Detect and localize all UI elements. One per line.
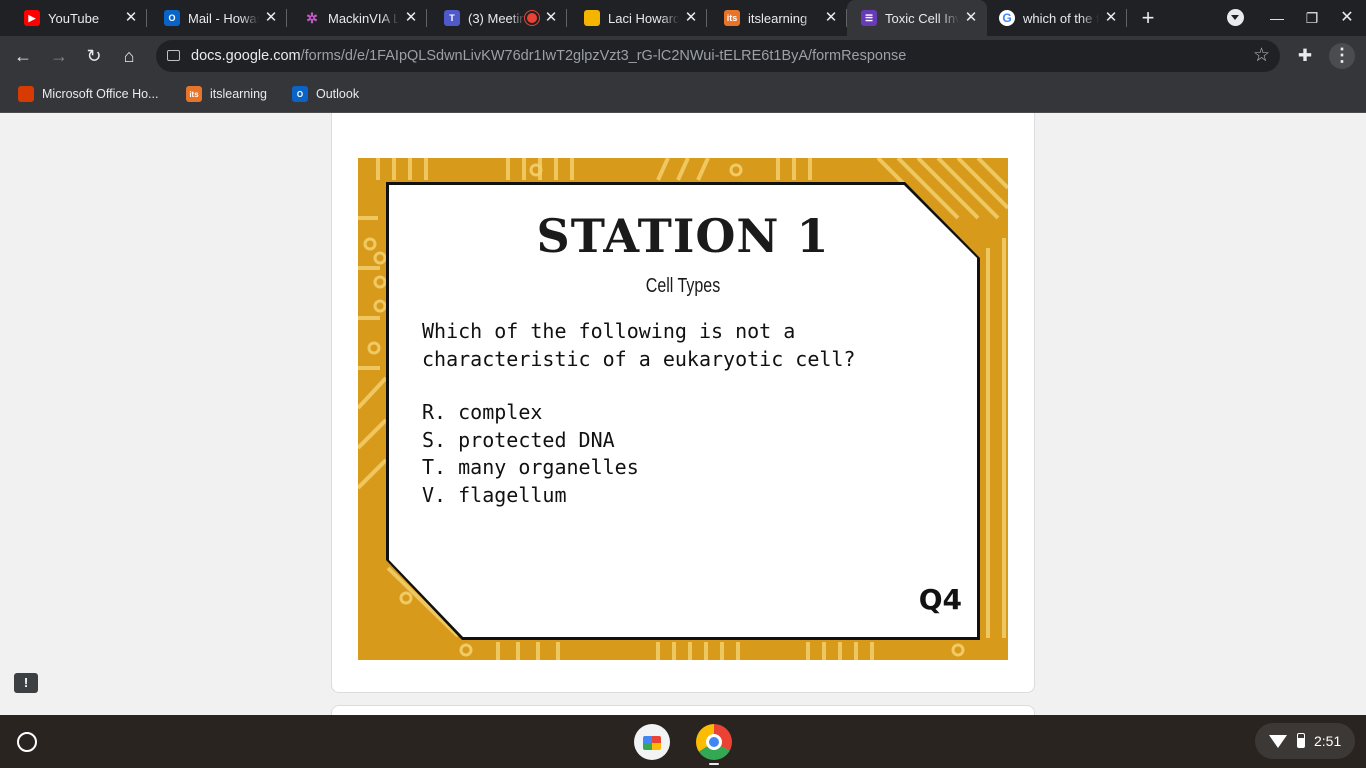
answer-option-v: V. flagellum xyxy=(422,482,567,507)
slides-icon xyxy=(584,10,600,26)
tab-itslearning[interactable]: its itslearning ✕ xyxy=(700,0,847,36)
forms-icon: ☰ xyxy=(861,10,877,26)
station-card: STATION 1 Cell Types Which of the follow… xyxy=(389,185,977,637)
battery-icon xyxy=(1297,733,1305,748)
answer-option-r: R. complex xyxy=(422,400,543,424)
launcher-icon[interactable] xyxy=(17,732,37,752)
tab-teams-meeting[interactable]: T (3) Meeting ✕ xyxy=(420,0,567,36)
google-icon: G xyxy=(999,10,1015,26)
station-question-image: STATION 1 Cell Types Which of the follow… xyxy=(358,158,1008,660)
question-text: Which of the following is not a characte… xyxy=(422,319,856,371)
tab-title: Toxic Cell Investigation xyxy=(885,10,959,26)
close-icon[interactable]: ✕ xyxy=(123,10,139,26)
teams-icon: T xyxy=(444,10,460,26)
bookmark-label: Microsoft Office Ho... xyxy=(42,87,159,101)
bookmark-office[interactable]: Microsoft Office Ho... xyxy=(18,84,158,104)
tab-title: YouTube xyxy=(48,10,100,26)
close-icon[interactable]: ✕ xyxy=(823,10,839,26)
site-info-icon[interactable] xyxy=(167,50,180,61)
bookmark-label: itslearning xyxy=(210,87,267,101)
bookmark-star-icon[interactable]: ☆ xyxy=(1253,44,1270,67)
new-tab-button[interactable]: + xyxy=(1138,7,1158,29)
clock-time: 2:51 xyxy=(1314,733,1342,749)
answer-option-s: S. protected DNA xyxy=(422,427,615,452)
status-tray[interactable]: 2:51 xyxy=(1255,723,1355,759)
tab-title: (3) Meeting xyxy=(468,10,525,26)
close-icon[interactable]: ✕ xyxy=(403,10,419,26)
close-icon[interactable]: ✕ xyxy=(963,10,979,26)
mackinvia-icon: ✲ xyxy=(306,9,318,26)
station-card-border: STATION 1 Cell Types Which of the follow… xyxy=(386,182,980,640)
active-app-indicator xyxy=(709,763,719,765)
close-icon[interactable]: ✕ xyxy=(683,10,699,26)
browser-toolbar: ← → ↻ ⌂ docs.google.com/forms/d/e/1FAIpQ… xyxy=(0,36,1366,76)
tab-search-icon[interactable] xyxy=(1227,9,1244,26)
window-close-icon[interactable]: ✕ xyxy=(1336,7,1358,29)
wifi-icon xyxy=(1269,735,1287,748)
tab-title: itslearning xyxy=(748,10,808,26)
recording-icon xyxy=(525,11,539,25)
bookmark-outlook[interactable]: O Outlook xyxy=(292,84,359,104)
tab-mackinvia[interactable]: ✲ MackinVIA Login ✕ xyxy=(280,0,427,36)
files-app-icon[interactable] xyxy=(634,724,670,760)
home-icon[interactable]: ⌂ xyxy=(117,44,141,68)
address-bar[interactable]: docs.google.com/forms/d/e/1FAIpQLSdwnLiv… xyxy=(156,40,1280,72)
tab-toxic-cell[interactable]: ☰ Toxic Cell Investigation ✕ xyxy=(847,0,987,36)
tab-title: which of the following xyxy=(1023,10,1099,26)
itslearning-icon: its xyxy=(724,10,740,26)
answer-options: R. complex S. protected DNA T. many orga… xyxy=(422,399,639,509)
station-title: STATION 1 xyxy=(536,209,830,263)
answer-option-t: T. many organelles xyxy=(422,455,639,479)
close-icon[interactable]: ✕ xyxy=(263,10,279,26)
tab-strip: ▶ YouTube ✕ O Mail - Howard ✕ ✲ MackinVI… xyxy=(0,0,1366,36)
restore-icon[interactable]: ❐ xyxy=(1301,7,1323,29)
tab-title: MackinVIA Login xyxy=(328,10,399,26)
report-feedback-icon[interactable]: ! xyxy=(14,673,38,693)
minimize-icon[interactable]: — xyxy=(1266,7,1288,29)
extensions-icon[interactable]: ✚ xyxy=(1293,44,1317,68)
tab-title: Laci Howard xyxy=(608,10,679,26)
chrome-app-icon[interactable] xyxy=(696,724,732,760)
youtube-icon: ▶ xyxy=(24,10,40,26)
close-icon[interactable]: ✕ xyxy=(543,10,559,26)
station-subtitle: Cell Types xyxy=(645,275,721,297)
back-icon[interactable]: ← xyxy=(11,44,35,68)
forward-icon[interactable]: → xyxy=(47,44,71,68)
bookmark-itslearning[interactable]: its itslearning xyxy=(186,84,267,104)
menu-kebab-icon[interactable]: ⋮ xyxy=(1329,43,1355,69)
close-icon[interactable]: ✕ xyxy=(1103,10,1119,26)
tab-youtube[interactable]: ▶ YouTube ✕ xyxy=(0,0,147,36)
bookmarks-bar: Microsoft Office Ho... its itslearning O… xyxy=(0,76,1366,113)
tab-slides[interactable]: Laci Howard ✕ xyxy=(560,0,707,36)
form-next-card xyxy=(331,705,1035,715)
reload-icon[interactable]: ↻ xyxy=(82,44,106,68)
tab-mail[interactable]: O Mail - Howard ✕ xyxy=(140,0,287,36)
question-number: Q4 xyxy=(918,583,962,616)
page-content: STATION 1 Cell Types Which of the follow… xyxy=(0,113,1366,715)
outlook-icon: O xyxy=(292,86,308,102)
outlook-icon: O xyxy=(164,10,180,26)
os-shelf: 2:51 xyxy=(0,715,1366,768)
itslearning-icon: its xyxy=(186,86,202,102)
bookmark-label: Outlook xyxy=(316,87,360,101)
tab-google-search[interactable]: G which of the following ✕ xyxy=(987,0,1127,36)
url-text[interactable]: docs.google.com/forms/d/e/1FAIpQLSdwnLiv… xyxy=(191,48,906,64)
tab-title: Mail - Howard xyxy=(188,10,259,26)
office-icon xyxy=(18,86,34,102)
